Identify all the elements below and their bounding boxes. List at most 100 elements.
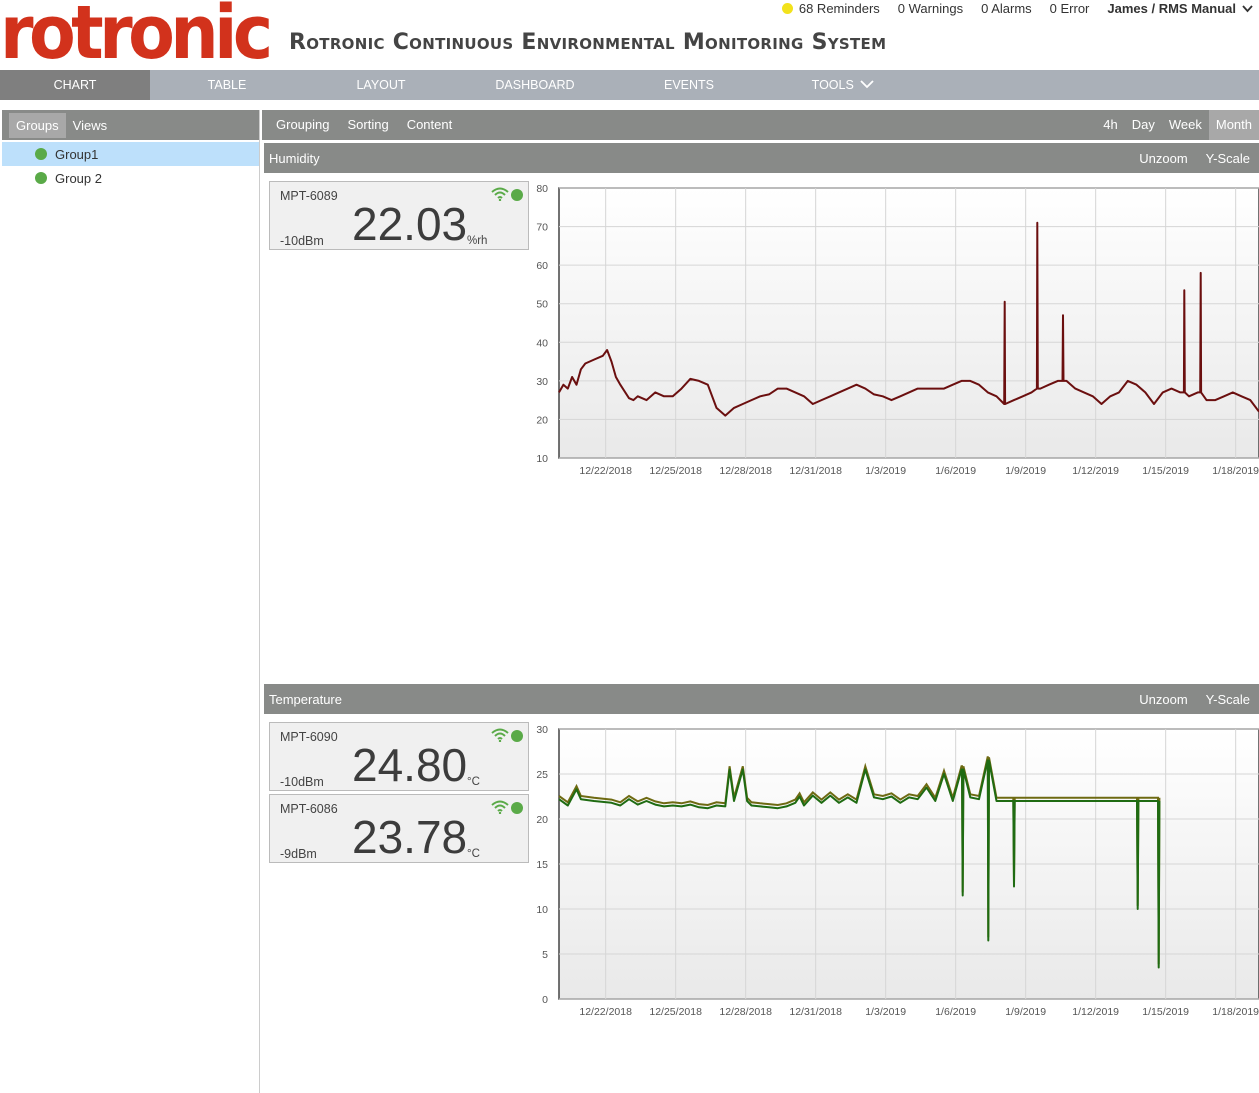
sidebar-tabs: Groups Views bbox=[2, 110, 259, 140]
reminders-label: 68 Reminders bbox=[798, 1, 880, 16]
sensor-value: 23.78 bbox=[352, 811, 468, 863]
user-menu[interactable]: James / RMS Manual bbox=[1107, 1, 1253, 16]
x-tick-label: 1/12/2019 bbox=[1072, 465, 1119, 477]
panel-title: Temperature bbox=[269, 691, 342, 707]
user-name: James / RMS Manual bbox=[1107, 1, 1236, 16]
y-tick-label: 30 bbox=[536, 724, 548, 736]
x-tick-label: 12/25/2018 bbox=[649, 465, 702, 477]
status-ok-icon bbox=[511, 802, 523, 814]
humidity-chart[interactable]: 10 20 30 40 50 60 70 80 12/22/2018 12/25/2018 12/2… bbox=[526, 180, 1259, 480]
group-item-group1[interactable]: Group1 bbox=[2, 142, 259, 166]
wifi-icon bbox=[491, 187, 509, 201]
warnings-indicator[interactable]: 0 Warnings bbox=[898, 1, 963, 16]
x-tick-label: 1/9/2019 bbox=[1005, 1006, 1046, 1018]
x-tick-label: 1/18/2019 bbox=[1212, 1006, 1259, 1018]
x-tick-label: 12/28/2018 bbox=[719, 465, 772, 477]
sensor-card[interactable]: MPT-6089 -10dBm 22.03 %rh bbox=[269, 181, 529, 250]
status-dot-icon bbox=[35, 148, 47, 160]
y-tick-label: 5 bbox=[542, 949, 548, 961]
signal-strength: -9dBm bbox=[280, 847, 317, 861]
y-tick-label: 40 bbox=[536, 337, 548, 349]
panel-title: Humidity bbox=[269, 150, 320, 166]
x-tick-label: 1/6/2019 bbox=[935, 465, 976, 477]
range-4h[interactable]: 4h bbox=[1096, 110, 1124, 140]
range-day[interactable]: Day bbox=[1125, 110, 1162, 140]
sensor-name: MPT-6086 bbox=[280, 802, 338, 816]
status-ok-icon bbox=[511, 189, 523, 201]
yscale-button[interactable]: Y-Scale bbox=[1206, 151, 1250, 166]
sensor-name: MPT-6090 bbox=[280, 730, 338, 744]
sorting-button[interactable]: Sorting bbox=[338, 110, 397, 140]
sensor-value: 24.80 bbox=[352, 739, 468, 791]
temperature-panel-header: Temperature Unzoom Y-Scale bbox=[264, 684, 1259, 714]
errors-indicator[interactable]: 0 Error bbox=[1050, 1, 1090, 16]
x-tick-label: 1/3/2019 bbox=[865, 465, 906, 477]
group-label: Group 2 bbox=[55, 170, 102, 186]
sensor-value: 22.03 bbox=[352, 198, 468, 250]
x-tick-label: 1/12/2019 bbox=[1072, 1006, 1119, 1018]
signal-strength: -10dBm bbox=[280, 234, 324, 248]
sensor-unit: %rh bbox=[467, 235, 488, 247]
range-month[interactable]: Month bbox=[1208, 110, 1259, 140]
y-tick-label: 25 bbox=[536, 769, 548, 781]
x-tick-label: 12/31/2018 bbox=[789, 1006, 842, 1018]
grouping-button[interactable]: Grouping bbox=[267, 110, 338, 140]
x-tick-label: 1/15/2019 bbox=[1142, 465, 1189, 477]
nav-chart[interactable]: CHART bbox=[0, 70, 150, 100]
time-range-selector: 4h Day Week Month bbox=[1096, 110, 1259, 140]
signal-strength: -10dBm bbox=[280, 775, 324, 789]
sensor-card[interactable]: MPT-6086 -9dBm 23.78 °C bbox=[269, 794, 529, 863]
sidebar: Groups Views Group1 Group 2 bbox=[2, 110, 260, 1093]
nav-tools[interactable]: TOOLS bbox=[766, 70, 920, 100]
x-tick-label: 12/28/2018 bbox=[719, 1006, 772, 1018]
group-item-group2[interactable]: Group 2 bbox=[2, 166, 259, 190]
tab-views[interactable]: Views bbox=[66, 113, 114, 138]
main-nav: CHART TABLE LAYOUT DASHBOARD EVENTS TOOL… bbox=[0, 70, 1259, 100]
x-tick-label: 1/6/2019 bbox=[935, 1006, 976, 1018]
group-label: Group1 bbox=[55, 146, 99, 162]
y-tick-label: 20 bbox=[536, 414, 548, 426]
unzoom-button[interactable]: Unzoom bbox=[1139, 151, 1187, 166]
y-tick-label: 0 bbox=[542, 994, 548, 1006]
nav-events[interactable]: EVENTS bbox=[612, 70, 766, 100]
nav-table[interactable]: TABLE bbox=[150, 70, 304, 100]
unzoom-button[interactable]: Unzoom bbox=[1139, 692, 1187, 707]
y-tick-label: 70 bbox=[536, 222, 548, 234]
yscale-button[interactable]: Y-Scale bbox=[1206, 692, 1250, 707]
alarms-indicator[interactable]: 0 Alarms bbox=[981, 1, 1032, 16]
y-tick-label: 20 bbox=[536, 814, 548, 826]
temperature-chart[interactable]: 0 5 10 15 20 25 30 12/22/2018 12/25/2018 12/28/20… bbox=[526, 721, 1259, 1021]
rotronic-logo: rotronic bbox=[0, 0, 273, 76]
sensor-card[interactable]: MPT-6090 -10dBm 24.80 °C bbox=[269, 722, 529, 791]
x-tick-label: 12/22/2018 bbox=[579, 1006, 632, 1018]
tab-groups[interactable]: Groups bbox=[9, 112, 66, 138]
nav-tools-label: TOOLS bbox=[811, 78, 854, 92]
reminders-indicator[interactable]: 68 Reminders bbox=[781, 1, 880, 16]
plot-area bbox=[558, 187, 1259, 459]
x-tick-label: 12/25/2018 bbox=[649, 1006, 702, 1018]
x-tick-label: 1/3/2019 bbox=[865, 1006, 906, 1018]
x-tick-label: 1/18/2019 bbox=[1212, 465, 1259, 477]
wifi-icon bbox=[491, 728, 509, 742]
nav-layout[interactable]: LAYOUT bbox=[304, 70, 458, 100]
status-bar: 68 Reminders 0 Warnings 0 Alarms 0 Error… bbox=[781, 1, 1253, 16]
range-week[interactable]: Week bbox=[1162, 110, 1209, 140]
reminder-dot-icon bbox=[781, 3, 793, 14]
x-tick-label: 1/9/2019 bbox=[1005, 465, 1046, 477]
content-button[interactable]: Content bbox=[398, 110, 462, 140]
chevron-down-icon bbox=[860, 80, 874, 89]
app-title: Rotronic Continuous Environmental Monito… bbox=[289, 30, 887, 55]
y-tick-label: 60 bbox=[536, 260, 548, 272]
status-dot-icon bbox=[35, 172, 47, 184]
status-ok-icon bbox=[511, 730, 523, 742]
y-tick-label: 15 bbox=[536, 859, 548, 871]
nav-dashboard[interactable]: DASHBOARD bbox=[458, 70, 612, 100]
x-tick-label: 12/22/2018 bbox=[579, 465, 632, 477]
y-tick-label: 30 bbox=[536, 376, 548, 388]
y-tick-label: 10 bbox=[536, 453, 548, 465]
sensor-unit: °C bbox=[467, 776, 480, 788]
wifi-icon bbox=[491, 800, 509, 814]
y-tick-label: 10 bbox=[536, 904, 548, 916]
sensor-name: MPT-6089 bbox=[280, 189, 338, 203]
chevron-down-icon bbox=[1242, 4, 1253, 12]
